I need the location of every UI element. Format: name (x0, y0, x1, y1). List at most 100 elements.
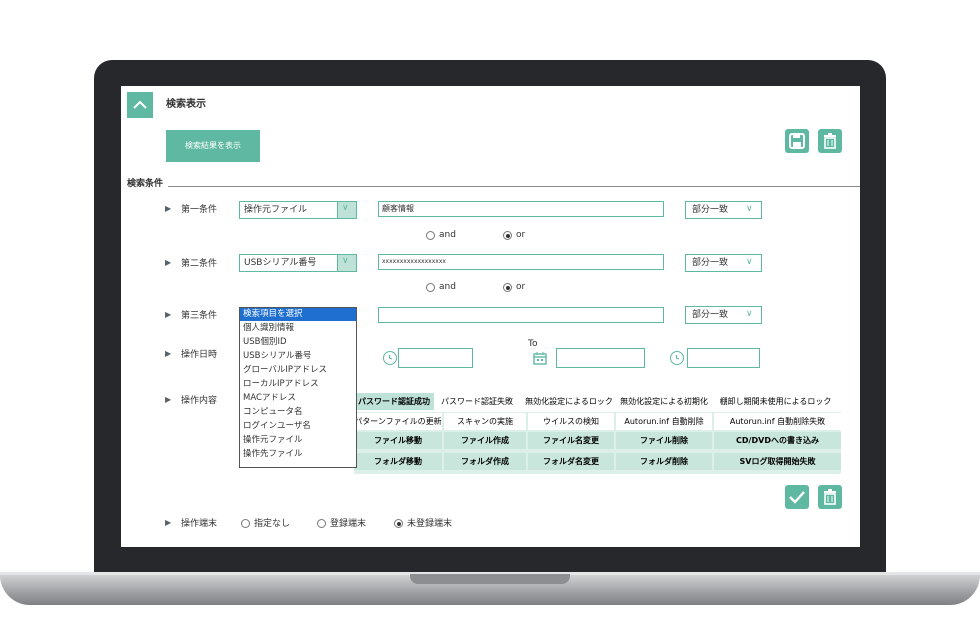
op-scan[interactable]: スキャンの実施 (444, 413, 526, 430)
row-2-field-value: USBシリアル番号 (244, 258, 317, 268)
op-pattern-update[interactable]: パターンファイルの更新 (354, 413, 442, 430)
confirm-button[interactable] (785, 485, 809, 509)
op-autorun-delete[interactable]: Autorun.inf 自動削除 (616, 413, 712, 430)
row-3-match-select[interactable]: 部分一致 ∨ (685, 306, 762, 324)
dropdown-option[interactable]: 操作元ファイル (243, 434, 303, 446)
row-2-value-input[interactable]: xxxxxxxxxxxxxxxxxx (378, 254, 664, 270)
terminal-none-label: 指定なし (254, 519, 291, 529)
datetime-label: 操作日時 (181, 350, 218, 360)
field-dropdown-list[interactable]: 検索項目を選択 個人識別情報 USB個別ID USBシリアル番号 グローバルIP… (239, 307, 357, 468)
chevron-down-icon: ∨ (746, 204, 753, 214)
row-2-and-label: and (439, 282, 456, 292)
dropdown-option[interactable]: コンピュータ名 (243, 406, 303, 418)
operation-arrow-icon: ▶ (165, 395, 172, 404)
collapse-button[interactable] (127, 92, 153, 118)
datetime-arrow-icon: ▶ (165, 349, 172, 358)
terminal-none-radio[interactable] (241, 519, 250, 528)
clock-icon[interactable] (383, 351, 397, 365)
from-time-input[interactable] (398, 348, 473, 368)
to-label: To (528, 339, 538, 349)
op-folder-create[interactable]: フォルダ作成 (444, 453, 526, 470)
dropdown-option[interactable]: MACアドレス (243, 392, 296, 404)
operation-label: 操作内容 (181, 396, 218, 406)
laptop-notch (410, 574, 570, 584)
row-1-match-select[interactable]: 部分一致 ∨ (685, 201, 762, 219)
row-1-field-value: 操作元ファイル (244, 205, 308, 215)
terminal-unregistered-radio[interactable] (394, 519, 403, 528)
op-file-rename[interactable]: ファイル名変更 (528, 432, 614, 449)
row-3-match-value: 部分一致 (692, 310, 729, 320)
row-3-arrow-icon: ▶ (165, 310, 172, 319)
op-init-disable[interactable]: 無効化設定による初期化 (618, 393, 710, 410)
op-autorun-delete-fail[interactable]: Autorun.inf 自動削除失敗 (714, 413, 841, 430)
op-cd-write[interactable]: CD/DVDへの書き込み (714, 432, 841, 449)
dropdown-option[interactable]: 検索項目を選択 (240, 308, 356, 321)
divider (168, 186, 860, 187)
chevron-down-icon: ∨ (746, 257, 753, 267)
op-lock-disable[interactable]: 無効化設定によるロック (520, 393, 618, 410)
row-2-and-radio[interactable] (426, 283, 435, 292)
delete-button[interactable] (818, 129, 842, 153)
op-file-delete[interactable]: ファイル削除 (616, 432, 712, 449)
row-1-value-text: 顧客情報 (382, 204, 414, 213)
op-password-success[interactable]: パスワード認証成功 (354, 393, 434, 410)
dropdown-option[interactable]: USB個別ID (243, 336, 287, 348)
row-1-and-radio[interactable] (426, 231, 435, 240)
chevron-down-icon: ∨ (746, 309, 753, 319)
row-2-match-select[interactable]: 部分一致 ∨ (685, 254, 762, 272)
op-folder-rename[interactable]: フォルダ名変更 (528, 453, 614, 470)
op-folder-delete[interactable]: フォルダ削除 (616, 453, 712, 470)
chevron-down-icon: ∨ (342, 256, 349, 266)
screen: 検索表示 検索結果を表示 検索条件 ▶ 第一条件 操作元ファイル ∨ 顧客情報 … (121, 86, 860, 547)
row-2-field-select[interactable]: USBシリアル番号 ∨ (239, 254, 357, 272)
terminal-arrow-icon: ▶ (165, 518, 172, 527)
dropdown-option[interactable]: ログインユーザ名 (243, 420, 311, 432)
op-file-move[interactable]: ファイル移動 (354, 432, 442, 449)
row-1-and-label: and (439, 230, 456, 240)
clock-icon[interactable] (670, 351, 684, 365)
save-button[interactable] (785, 129, 809, 153)
op-virus-detect[interactable]: ウイルスの検知 (528, 413, 614, 430)
row-2-or-radio[interactable] (503, 283, 512, 292)
conditions-label: 検索条件 (127, 179, 164, 189)
terminal-registered-label: 登録端末 (330, 519, 367, 529)
row-3-label: 第三条件 (181, 311, 218, 321)
calendar-icon[interactable] (533, 350, 547, 365)
dropdown-option[interactable]: グローバルIPアドレス (243, 364, 327, 376)
clear-button[interactable] (818, 485, 842, 509)
dropdown-option[interactable]: USBシリアル番号 (243, 350, 311, 362)
op-password-fail[interactable]: パスワード認証失敗 (434, 393, 520, 410)
terminal-unregistered-label: 未登録端末 (407, 519, 453, 529)
operation-grid: パスワード認証成功 パスワード認証失敗 無効化設定によるロック 無効化設定による… (354, 392, 841, 475)
op-lock-unused[interactable]: 棚卸し期間未使用によるロック (710, 393, 841, 410)
trash-icon (824, 489, 836, 505)
trash-icon (824, 133, 836, 149)
dropdown-option[interactable]: 個人識別情報 (243, 322, 294, 334)
row-1-match-value: 部分一致 (692, 205, 729, 215)
check-icon (789, 491, 805, 504)
row-3-value-input[interactable] (378, 307, 664, 323)
page-title: 検索表示 (166, 99, 206, 110)
row-1-value-input[interactable]: 顧客情報 (378, 201, 664, 217)
row-2-arrow-icon: ▶ (165, 258, 172, 267)
op-folder-move[interactable]: フォルダ移動 (354, 453, 442, 470)
row-2-value-text: xxxxxxxxxxxxxxxxxx (382, 258, 446, 265)
chevron-up-icon (133, 100, 147, 109)
dropdown-option[interactable]: ローカルIPアドレス (243, 378, 319, 390)
row-1-field-select[interactable]: 操作元ファイル ∨ (239, 201, 357, 219)
terminal-registered-radio[interactable] (317, 519, 326, 528)
to-date-input[interactable] (556, 348, 645, 368)
row-1-dropdown-arrow[interactable]: ∨ (337, 202, 356, 218)
row-1-or-radio[interactable] (503, 231, 512, 240)
show-results-button[interactable]: 検索結果を表示 (166, 130, 260, 162)
dropdown-option[interactable]: 操作先ファイル (243, 448, 303, 460)
to-time-input[interactable] (687, 348, 760, 368)
row-1-arrow-icon: ▶ (165, 204, 172, 213)
op-file-create[interactable]: ファイル作成 (444, 432, 526, 449)
chevron-down-icon: ∨ (342, 203, 349, 213)
save-icon (789, 133, 805, 149)
row-2-dropdown-arrow[interactable]: ∨ (337, 255, 356, 271)
op-sv-log-fail[interactable]: SVログ取得開始失敗 (714, 453, 841, 470)
row-2-or-label: or (516, 282, 526, 292)
row-2-label: 第二条件 (181, 259, 218, 269)
